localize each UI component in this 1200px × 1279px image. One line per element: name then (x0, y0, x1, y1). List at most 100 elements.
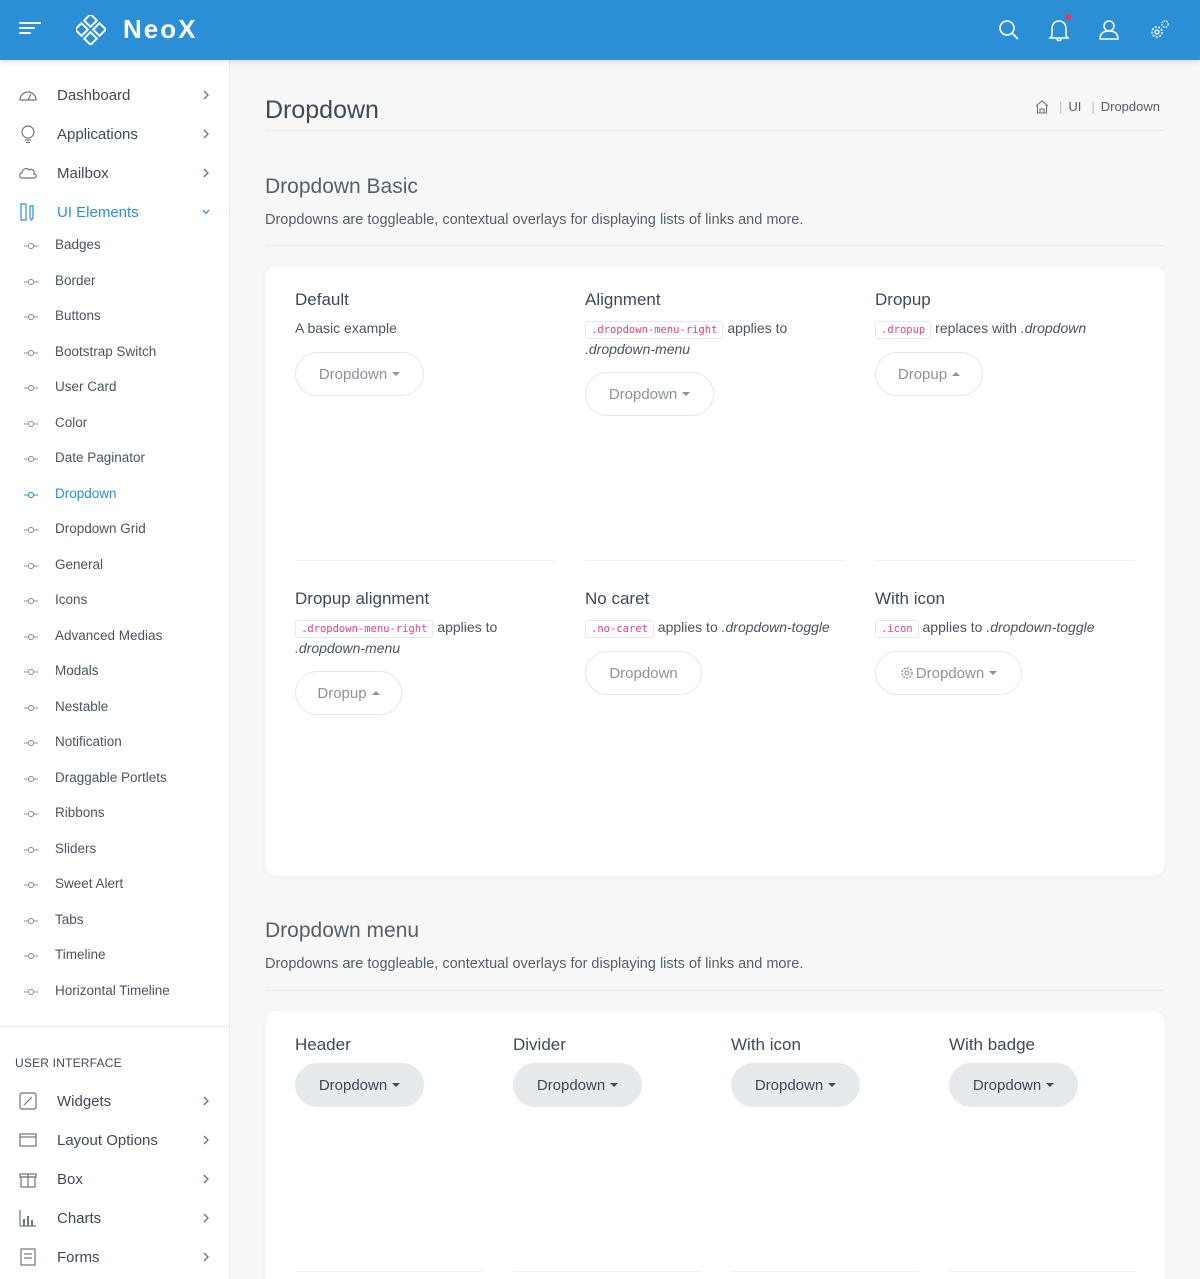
sidebar-subitem-nestable[interactable]: Nestable (0, 694, 229, 722)
sidebar-subitem-user-card[interactable]: User Card (0, 374, 229, 402)
sidebar-subitem-label: Badges (55, 237, 101, 252)
circle-dash-icon (24, 739, 38, 747)
circle-dash-icon (24, 455, 38, 463)
circle-dash-icon (24, 597, 38, 605)
circle-dash-icon (24, 278, 38, 286)
sidebar-subitem-label: Sweet Alert (55, 876, 124, 891)
sidebar-subitem-label: Icons (55, 592, 88, 607)
caret-down-icon (682, 392, 691, 396)
circle-dash-icon (24, 810, 38, 818)
sidebar-item-layout-options[interactable]: Layout Options (0, 1123, 229, 1157)
sidebar-subitem-badges[interactable]: Badges (0, 232, 229, 260)
bulb-icon (21, 125, 35, 144)
sidebar-subitem-dropdown-grid[interactable]: Dropdown Grid (0, 516, 229, 544)
dropdown-with-icon-button[interactable]: Dropdown (875, 651, 1022, 695)
gauge-icon (19, 91, 37, 101)
section-desc-menu: Dropdowns are toggleable, contextual ove… (265, 956, 804, 972)
section-title-menu: Dropdown menu (265, 919, 420, 942)
sidebar-subitem-border[interactable]: Border (0, 268, 229, 296)
widgets-icon (19, 1092, 37, 1110)
caret-down-icon (392, 1083, 401, 1087)
chevron-right-icon (203, 1135, 209, 1145)
form-icon (20, 1248, 36, 1266)
demo-desc-default: A basic example (295, 320, 397, 336)
chevron-right-icon (203, 1096, 209, 1106)
dropdown-divider-button[interactable]: Dropdown (513, 1063, 642, 1107)
gear-icon (901, 667, 913, 679)
sidebar-item-widgets[interactable]: Widgets (0, 1084, 229, 1118)
dropdown-with-badge-button[interactable]: Dropdown (949, 1063, 1078, 1107)
caret-down-icon (989, 671, 998, 675)
dropup-alignment-button[interactable]: Dropup (295, 671, 402, 715)
dropdown-menu-with-icon-button[interactable]: Dropdown (731, 1063, 860, 1107)
demo-title-default: Default (295, 290, 349, 309)
sidebar-subitem-buttons[interactable]: Buttons (0, 303, 229, 331)
bell-icon[interactable] (1034, 14, 1084, 44)
chevron-right-icon (203, 90, 209, 100)
demo-title-header: Header (295, 1035, 351, 1054)
sidebar-subitem-horizontal-timeline[interactable]: Horizontal Timeline (0, 978, 229, 1006)
breadcrumb-ui[interactable]: UI (1068, 99, 1081, 114)
sidebar-item-forms[interactable]: Forms (0, 1240, 229, 1274)
circle-dash-icon (24, 384, 38, 392)
sidebar-item-charts[interactable]: Charts (0, 1201, 229, 1235)
sidebar-subitem-general[interactable]: General (0, 552, 229, 580)
sidebar-subitem-sliders[interactable]: Sliders (0, 836, 229, 864)
breadcrumb-current: Dropdown (1100, 99, 1160, 114)
sidebar-subitem-label: Border (55, 273, 96, 288)
sidebar-item-mailbox[interactable]: Mailbox (0, 156, 229, 190)
sidebar-subitem-notification[interactable]: Notification (0, 729, 229, 757)
sidebar-subitem-dropdown[interactable]: Dropdown (0, 481, 229, 509)
section-rule (265, 245, 1164, 246)
brand-logo-icon (76, 14, 106, 45)
sidebar-subitem-label: Horizontal Timeline (55, 983, 170, 998)
sidebar-subitem-timeline[interactable]: Timeline (0, 942, 229, 970)
home-icon[interactable] (1035, 99, 1049, 114)
sidebar-subitem-icons[interactable]: Icons (0, 587, 229, 615)
sidebar-subitem-modals[interactable]: Modals (0, 658, 229, 686)
sidebar-subitem-label: Notification (55, 734, 122, 749)
sidebar-item-ui-elements[interactable]: UI Elements (0, 195, 229, 229)
sidebar-subitem-date-paginator[interactable]: Date Paginator (0, 445, 229, 473)
user-icon[interactable] (1084, 16, 1134, 44)
brand[interactable]: NeoX (76, 14, 197, 45)
layout-icon (19, 1133, 37, 1147)
chevron-right-icon (203, 1174, 209, 1184)
circle-dash-icon (24, 242, 38, 250)
sidebar-subitem-color[interactable]: Color (0, 410, 229, 438)
demo-title-no-caret: No caret (585, 589, 650, 608)
demo-title-alignment: Alignment (585, 290, 661, 309)
menu-icon[interactable] (19, 22, 41, 40)
dropdown-header-button[interactable]: Dropdown (295, 1063, 424, 1107)
search-icon[interactable] (984, 16, 1034, 44)
sidebar-item-applications[interactable]: Applications (0, 117, 229, 151)
demo-title-dropup: Dropup (875, 290, 931, 309)
demo-title-menu-with-icon: With icon (731, 1035, 801, 1054)
dropdown-no-caret-button[interactable]: Dropdown (585, 651, 702, 695)
sidebar-subitem-ribbons[interactable]: Ribbons (0, 800, 229, 828)
dropdown-menu-card: Header Dropdown Divider Dropdown With ic… (265, 1011, 1165, 1279)
sidebar-subitem-label: Advanced Medias (55, 628, 163, 643)
sidebar-subitem-advanced-medias[interactable]: Advanced Medias (0, 623, 229, 651)
demo-desc-with-icon: .icon applies to .dropdown-toggle (875, 618, 1135, 639)
circle-dash-icon (24, 846, 38, 854)
section-rule (265, 990, 1164, 991)
cell-divider (295, 1271, 483, 1272)
circle-dash-icon (24, 704, 38, 712)
demo-desc-dropup: .dropup replaces with .dropdown (875, 319, 1135, 340)
bar-chart-icon (19, 1210, 36, 1227)
sidebar-item-box[interactable]: Box (0, 1162, 229, 1196)
dropup-button[interactable]: Dropup (875, 352, 983, 396)
chevron-right-icon (203, 168, 209, 178)
sidebar-subitem-bootstrap-switch[interactable]: Bootstrap Switch (0, 339, 229, 367)
sidebar-subitem-tabs[interactable]: Tabs (0, 907, 229, 935)
dropdown-alignment-button[interactable]: Dropdown (585, 372, 714, 416)
sidebar-item-dashboard[interactable]: Dashboard (0, 78, 229, 112)
gear-icon[interactable] (1134, 16, 1184, 44)
circle-dash-icon (24, 313, 38, 321)
sidebar-subitem-sweet-alert[interactable]: Sweet Alert (0, 871, 229, 899)
sidebar-subitem-draggable-portlets[interactable]: Draggable Portlets (0, 765, 229, 793)
dropdown-default-button[interactable]: Dropdown (295, 352, 424, 396)
sidebar-subitem-label: Color (55, 415, 88, 430)
circle-dash-icon (24, 491, 38, 499)
